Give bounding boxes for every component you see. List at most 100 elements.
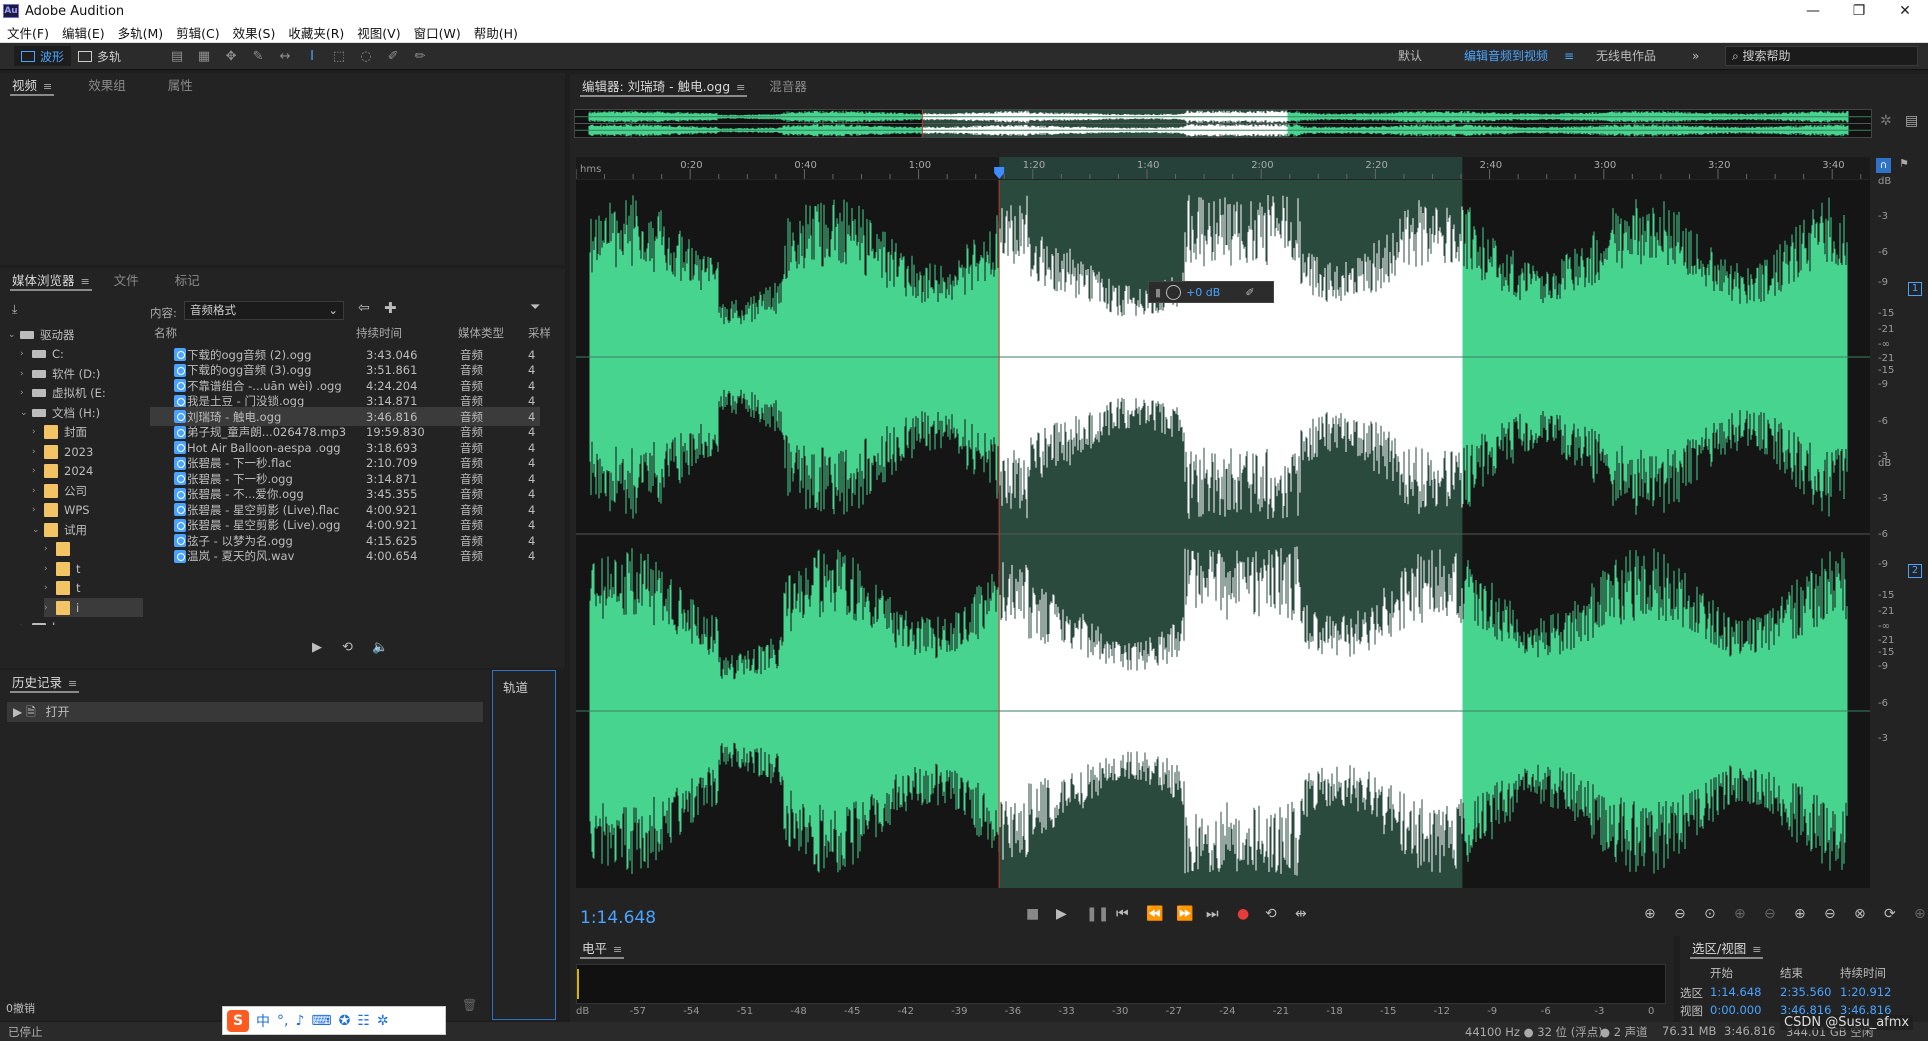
pause-icon[interactable]: ❚❚ bbox=[1086, 906, 1109, 922]
zoom-in-time-icon[interactable]: ⊕ bbox=[1734, 906, 1746, 922]
history-item[interactable]: ▶ 🗎 打开 bbox=[7, 702, 483, 722]
tree-item[interactable]: › t bbox=[44, 579, 143, 598]
rewind-icon[interactable]: ⏪ bbox=[1146, 906, 1163, 922]
minimize-icon[interactable]: — bbox=[1790, 0, 1836, 22]
tab-editor[interactable]: 编辑器: 刘瑞琦 - 触电.ogg ≡ bbox=[570, 74, 757, 100]
channel-toggle[interactable]: 1 bbox=[1908, 282, 1922, 296]
zoom-full-icon[interactable]: ⊗ bbox=[1854, 906, 1866, 922]
zoom-out-time-icon[interactable]: ⊖ bbox=[1764, 906, 1776, 922]
tree-item[interactable]: › C: bbox=[20, 345, 143, 364]
workspace-edit-audio-to-video[interactable]: 编辑音频到视频 bbox=[1464, 43, 1548, 70]
spectral-pitch-icon[interactable]: ▦ bbox=[197, 49, 211, 64]
tree-item[interactable]: › bbox=[44, 540, 143, 559]
current-time-display[interactable]: 1:14.648 bbox=[580, 908, 656, 928]
menu-clip[interactable]: 剪辑(C) bbox=[176, 23, 219, 42]
multitrack-view-button[interactable]: 多轨 bbox=[71, 46, 128, 66]
chevron-right-icon[interactable]: › bbox=[20, 369, 32, 379]
chevron-right-icon[interactable]: › bbox=[20, 349, 32, 359]
marquee-tool-icon[interactable]: ⬚ bbox=[332, 49, 346, 64]
menu-multitrack[interactable]: 多轨(M) bbox=[118, 23, 164, 42]
ime-mic-icon[interactable]: ♪ bbox=[295, 1013, 304, 1029]
tab-selection-view[interactable]: 选区/视图 ≡ bbox=[1680, 936, 1773, 962]
chevron-down-icon[interactable]: ⌄ bbox=[20, 408, 32, 418]
chevron-down-icon[interactable]: ⌄ bbox=[8, 330, 20, 340]
chevron-right-icon[interactable]: › bbox=[44, 583, 56, 593]
table-row[interactable]: 温岚 - 夏天的风.wav 4:00.654 音频 4 bbox=[150, 547, 540, 566]
skip-selection-icon[interactable]: ⇹ bbox=[1295, 906, 1307, 922]
tab-effects-rack[interactable]: 效果组 bbox=[76, 73, 138, 99]
tab-mixer[interactable]: 混音器 bbox=[757, 74, 819, 100]
auto-play-icon[interactable]: 🔈 bbox=[372, 640, 388, 655]
tab-video[interactable]: 视频 ≡ bbox=[0, 73, 64, 99]
zoom-extra-icon[interactable]: ⊕ bbox=[1914, 906, 1926, 922]
tab-tracks[interactable]: 轨道 bbox=[493, 671, 555, 702]
workspace-more-icon[interactable]: » bbox=[1692, 43, 1699, 70]
column-name[interactable]: 名称 bbox=[154, 325, 177, 341]
marker-icon[interactable]: ⚑ bbox=[1899, 157, 1909, 170]
content-select[interactable]: 音频格式 ⌄ bbox=[184, 301, 344, 320]
restore-icon[interactable]: ❐ bbox=[1836, 0, 1882, 22]
razor-tool-icon[interactable]: ✎ bbox=[251, 49, 265, 64]
workspace-radio-production[interactable]: 无线电作品 bbox=[1596, 43, 1656, 70]
add-shortcut-icon[interactable]: ✚ bbox=[384, 299, 397, 317]
zoom-out-full-icon[interactable]: ✲ bbox=[1880, 113, 1892, 129]
tree-item[interactable]: ⌄ 试用 bbox=[32, 520, 143, 539]
ime-keyboard-icon[interactable]: ⌨ bbox=[311, 1013, 331, 1029]
ime-tools-icon[interactable]: ☷ bbox=[357, 1013, 370, 1029]
back-icon[interactable]: ⇦ bbox=[358, 300, 370, 316]
chevron-right-icon[interactable]: › bbox=[32, 447, 44, 457]
chevron-down-icon[interactable]: ⌄ bbox=[32, 525, 44, 535]
chevron-right-icon[interactable]: › bbox=[32, 505, 44, 515]
chevron-right-icon[interactable]: › bbox=[44, 544, 56, 554]
tab-history[interactable]: 历史记录 ≡ bbox=[0, 670, 89, 696]
loop-icon[interactable]: ⟲ bbox=[1265, 906, 1277, 922]
spectral-frequency-icon[interactable]: ▤ bbox=[170, 49, 184, 64]
tree-item[interactable]: › 2023 bbox=[32, 442, 143, 461]
workspace-default[interactable]: 默认 bbox=[1398, 43, 1422, 70]
chevron-right-icon[interactable]: › bbox=[44, 564, 56, 574]
ime-settings-icon[interactable]: ✲ bbox=[377, 1013, 389, 1029]
zoom-out-amplitude-icon[interactable]: ⊖ bbox=[1674, 906, 1686, 922]
zoom-in-icon[interactable]: ⊕ bbox=[1794, 906, 1806, 922]
ime-skin-icon[interactable]: ✪ bbox=[339, 1013, 351, 1029]
tree-item[interactable]: › J: bbox=[20, 618, 143, 625]
tab-properties[interactable]: 属性 bbox=[156, 73, 205, 99]
stop-icon[interactable]: ■ bbox=[1026, 906, 1039, 922]
column-media-type[interactable]: 媒体类型 bbox=[458, 325, 504, 341]
next-icon[interactable]: ⏭ bbox=[1206, 906, 1219, 922]
channel-toggle[interactable]: 2 bbox=[1908, 564, 1922, 578]
column-duration[interactable]: 持续时间 bbox=[356, 325, 402, 341]
zoom-out-icon[interactable]: ⊖ bbox=[1824, 906, 1836, 922]
ime-chinese-mode[interactable]: 中 bbox=[256, 1011, 270, 1031]
zoom-in-amplitude-icon[interactable]: ⊕ bbox=[1644, 906, 1656, 922]
selection-end[interactable]: 2:35.560 bbox=[1780, 985, 1831, 999]
workspace-menu-icon[interactable]: ≡ bbox=[1564, 43, 1574, 70]
record-icon[interactable]: ● bbox=[1237, 906, 1249, 922]
tab-levels[interactable]: 电平 ≡ bbox=[570, 936, 634, 962]
spot-healing-icon[interactable]: ✏ bbox=[413, 49, 427, 64]
search-help-input[interactable]: ⌕ 搜索帮助 bbox=[1725, 46, 1918, 66]
tree-item[interactable]: › 2024 bbox=[32, 462, 143, 481]
chevron-right-icon[interactable]: › bbox=[32, 486, 44, 496]
chevron-right-icon[interactable]: › bbox=[20, 622, 32, 625]
tab-files[interactable]: 文件 bbox=[102, 268, 151, 294]
hud-gain-control[interactable]: ▮ +0 dB ✐ bbox=[1148, 281, 1274, 303]
loop-preview-icon[interactable]: ⟲ bbox=[342, 640, 353, 655]
waveform-view-button[interactable]: 波形 bbox=[14, 46, 72, 66]
pin-icon[interactable]: ✐ bbox=[1245, 286, 1254, 299]
menu-file[interactable]: 文件(F) bbox=[7, 23, 49, 42]
chevron-right-icon[interactable]: › bbox=[20, 388, 32, 398]
tree-item[interactable]: ⌄ 文档 (H:) bbox=[20, 403, 143, 422]
import-icon[interactable]: ⤓ bbox=[12, 302, 17, 317]
lasso-tool-icon[interactable]: ◌ bbox=[359, 49, 373, 64]
previous-icon[interactable]: ⏮ bbox=[1116, 906, 1129, 922]
play-icon[interactable]: ▶ bbox=[1056, 906, 1067, 922]
brush-tool-icon[interactable]: ✐ bbox=[386, 49, 400, 64]
tree-item[interactable]: › t bbox=[44, 559, 143, 578]
play-preview-icon[interactable]: ▶ bbox=[312, 640, 322, 655]
overview-waveform[interactable] bbox=[574, 109, 1872, 138]
column-sample-rate[interactable]: 采样 bbox=[528, 325, 550, 341]
chevron-right-icon[interactable]: › bbox=[32, 427, 44, 437]
tree-item[interactable]: ⌄ 驱动器 bbox=[8, 325, 143, 344]
move-tool-icon[interactable]: ✥ bbox=[224, 49, 238, 64]
